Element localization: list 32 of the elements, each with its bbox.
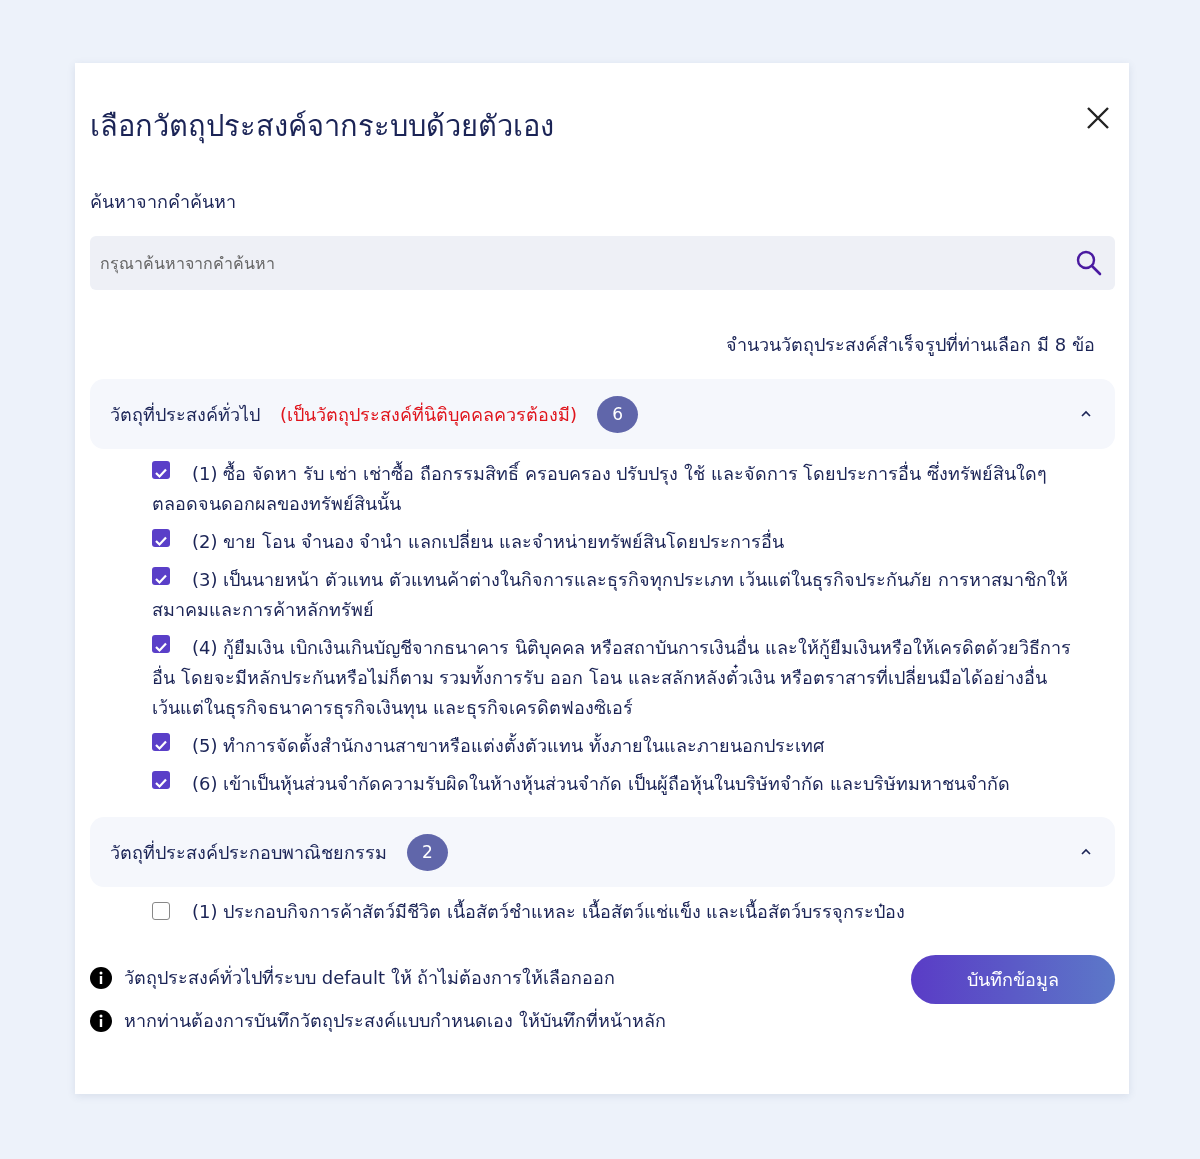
close-icon[interactable] [1085, 105, 1111, 131]
search-icon[interactable] [1075, 249, 1103, 277]
count-badge: 2 [407, 833, 448, 871]
section-header[interactable]: วัตถุที่ประสงค์ทั่วไป (เป็นวัตถุประสงค์ที่นิติบุคคลควรต้องมี) 6 [90, 379, 1115, 449]
section-note: (เป็นวัตถุประสงค์ที่นิติบุคคลควรต้องมี) [280, 401, 578, 428]
dialog-title: เลือกวัตถุประสงค์จากระบบด้วยตัวเอง [90, 108, 554, 146]
search-label: ค้นหาจากคำค้นหา [90, 190, 237, 214]
checkbox[interactable] [152, 635, 170, 653]
save-button[interactable]: บันทึกข้อมูล [911, 955, 1115, 1004]
objective-item: (4) กู้ยืมเงิน เบิกเงินเกินบัญชีจากธนาคาร นิติบุคคล หรือสถาบันการเงินอื่น และให้กู้ยืมเงินหรือให้เครดิตด้วยวิธีการอื่น โดยจะมีหลักประกันหรือไม่ก็ตาม รวมทั้งการรับ ออก โอน และสลักหลังตั๋วเงิน หรือตราสารที่เปลี่ยนมือได้อย่างอื่น เว้นแต่ในธุรกิจธนาคารธุรกิจเงินทุน และธุรกิจเครดิตฟองซิเอร์ [152, 634, 1073, 721]
checkbox[interactable] [152, 567, 170, 585]
objective-item: (3) เป็นนายหน้า ตัวแทน ตัวแทนค้าต่างในกิจการและธุรกิจทุกประเภท เว้นแต่ในธุรกิจประกันภัย การหาสมาชิกให้สมาคมและการค้าหลักทรัพย์ [152, 566, 1070, 622]
objective-item: (5) ทำการจัดตั้งสำนักงานสาขาหรือแต่งตั้งตัวแทน ทั้งภายในและภายนอกประเทศ [152, 731, 1075, 761]
info-icon [90, 966, 112, 989]
checkbox[interactable] [152, 902, 170, 920]
count-badge: 6 [597, 395, 639, 433]
objective-item: (1) ประกอบกิจการค้าสัตว์มีชีวิต เนื้อสัตว์ชำแหละ เนื้อสัตว์แช่แข็ง และเนื้อสัตว์บรรจุกระป๋อง [152, 897, 1075, 927]
info-note: วัตถุประสงค์ทั่วไปที่ระบบ default ให้ ถ้าไม่ต้องการให้เลือกออก [124, 964, 616, 991]
checkbox[interactable] [152, 771, 170, 789]
section-title: วัตถุที่ประสงค์ทั่วไป [110, 401, 260, 428]
objective-item: (1) ซื้อ จัดหา รับ เช่า เช่าซื้อ ถือกรรมสิทธิ์ ครอบครอง ปรับปรุง ใช้ และจัดการ โดยประการอื่น ซึ่งทรัพย์สินใดๆ ตลอดจนดอกผลของทรัพย์สินนั้น [152, 460, 1049, 516]
info-note: หากท่านต้องการบันทึกวัตถุประสงค์แบบกำหนดเอง ให้บันทึกที่หน้าหลัก [124, 1007, 666, 1034]
info-icon [90, 1009, 112, 1032]
checkbox[interactable] [152, 461, 170, 479]
objective-item: (6) เข้าเป็นหุ้นส่วนจำกัดความรับผิดในห้างหุ้นส่วนจำกัด เป็นผู้ถือหุ้นในบริษัทจำกัด และบริษัทมหาชนจำกัด [152, 769, 1075, 799]
section-header[interactable]: วัตถุที่ประสงค์ประกอบพาณิชยกรรม 2 [90, 817, 1115, 887]
selection-summary: จำนวนวัตถุประสงค์สำเร็จรูปที่ท่านเลือก มี 8 ข้อ [725, 331, 1095, 358]
checkbox[interactable] [152, 733, 170, 751]
objective-item: (2) ขาย โอน จำนอง จำนำ แลกเปลี่ยน และจำหน่ายทรัพย์สินโดยประการอื่น [152, 527, 1075, 557]
search-field[interactable]: กรุณาค้นหาจากคำค้นหา [90, 236, 1115, 290]
section-title: วัตถุที่ประสงค์ประกอบพาณิชยกรรม [110, 839, 387, 866]
checkbox[interactable] [152, 529, 170, 547]
